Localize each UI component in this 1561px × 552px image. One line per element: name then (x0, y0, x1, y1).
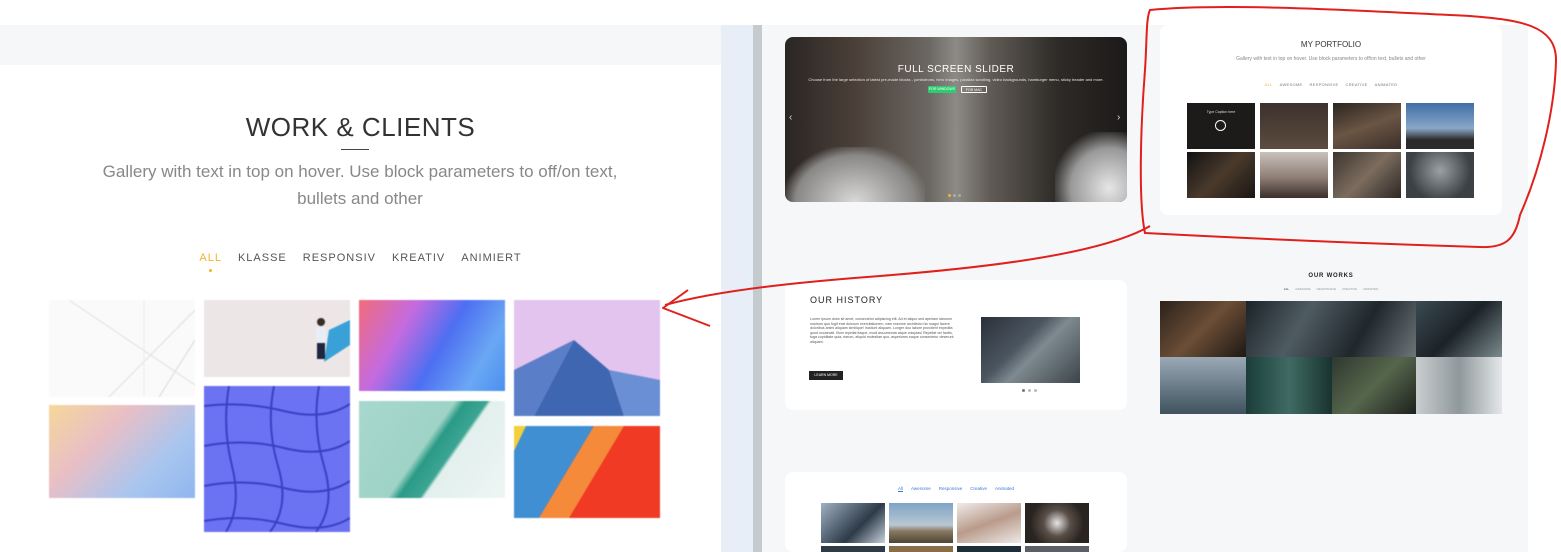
works-title: OUR WORKS (1308, 273, 1354, 279)
gallery-tab-all[interactable]: All (898, 486, 904, 492)
portfolio-title: MY PORTFOLIO (1300, 40, 1362, 49)
portfolio-thumb[interactable] (1260, 103, 1328, 149)
tab-animiert[interactable]: ANIMIERT (461, 252, 521, 264)
slider-prev-icon[interactable]: ‹ (789, 112, 792, 123)
pf-tab-responsive[interactable]: RESPONSIVE (1309, 82, 1338, 87)
hover-caption: Type Caption here (1206, 110, 1236, 114)
work-clients-preview: WORK & CLIENTS Gallery with text in top … (0, 0, 721, 552)
works-image[interactable] (1246, 357, 1332, 414)
lines-artwork (68, 300, 195, 397)
portfolio-thumb[interactable] (1187, 152, 1255, 198)
learn-more-button[interactable]: LEARN MORE (809, 371, 843, 380)
gallery-tab-responsive[interactable]: Responsive (939, 486, 963, 492)
zoom-icon[interactable] (1215, 120, 1226, 131)
gallery-thumb[interactable] (889, 503, 953, 543)
history-dot[interactable] (1028, 389, 1031, 392)
filter-tabs: ALL KLASSE RESPONSIV KREATIV ANIMIERT (0, 252, 721, 272)
works-image[interactable] (1416, 357, 1502, 414)
pf-tab-awesome[interactable]: AWESOME (1280, 82, 1303, 87)
portfolio-thumb[interactable] (1260, 152, 1328, 198)
pf-tab-creative[interactable]: CREATIVE (1346, 82, 1368, 87)
gallery-tab-awesome[interactable]: Awesome (911, 486, 931, 492)
works-tabs: ALL AWESOME RESPONSIVE CREATIVE ANIMATED (1160, 287, 1502, 291)
works-tab-awesome[interactable]: AWESOME (1295, 287, 1311, 291)
portfolio-thumb-hover[interactable]: Type Caption here (1187, 103, 1255, 149)
gallery-thumb[interactable] (889, 546, 953, 552)
works-image[interactable] (1332, 357, 1416, 414)
history-text: Lorem ipsum dolor sit amet, consectetur … (810, 317, 954, 344)
works-tab-all[interactable]: ALL (1284, 287, 1289, 291)
gallery-thumb[interactable] (821, 503, 885, 543)
gallery-thumb[interactable] (957, 503, 1021, 543)
gallery-thumb[interactable] (821, 546, 885, 552)
snow-left (785, 147, 925, 202)
gallery-tile-pool[interactable] (204, 386, 350, 532)
history-slider-dots (1022, 389, 1037, 392)
portfolio-thumb[interactable] (1406, 103, 1474, 149)
tab-responsiv[interactable]: RESPONSIV (303, 252, 376, 264)
gallery-thumb[interactable] (1025, 546, 1089, 552)
portfolio-tabs: ALL AWESOME RESPONSIVE CREATIVE ANIMATED (1160, 82, 1502, 87)
history-dot[interactable] (1022, 389, 1025, 392)
gallery-tile-green-diagonal[interactable] (359, 401, 505, 498)
gallery-thumb[interactable] (957, 546, 1021, 552)
history-image[interactable] (981, 317, 1080, 383)
works-image[interactable] (1160, 301, 1246, 357)
slider-mac-button[interactable]: FOR MAC (961, 86, 987, 93)
works-image[interactable] (1416, 301, 1502, 357)
gallery-tile-wave-gradient[interactable] (359, 300, 505, 391)
history-dot[interactable] (1034, 389, 1037, 392)
color-blocks-artwork (514, 426, 624, 518)
gallery-thumb[interactable] (1025, 503, 1089, 543)
portfolio-thumb[interactable] (1406, 152, 1474, 198)
works-image[interactable] (1246, 301, 1416, 357)
pf-tab-all[interactable]: ALL (1265, 82, 1273, 87)
person-artwork (316, 318, 350, 362)
works-tab-animated[interactable]: ANIMATED (1363, 287, 1378, 291)
gallery-tile-color-blocks[interactable] (514, 426, 660, 518)
gallery-tab-creative[interactable]: Creative (970, 486, 987, 492)
pf-tab-animated[interactable]: ANIMATED (1375, 82, 1398, 87)
panel-gap (721, 25, 753, 552)
works-tab-creative[interactable]: CREATIVE (1342, 287, 1357, 291)
gallery-tile-lines[interactable] (49, 300, 195, 397)
slider-text: Choose from the large selection of lates… (808, 77, 1104, 82)
portfolio-subtitle: Gallery with text in top on hover. Use b… (1236, 56, 1426, 62)
history-title: OUR HISTORY (810, 295, 884, 305)
top-band (0, 25, 721, 65)
right-margin (1528, 25, 1561, 552)
panel-divider (753, 25, 762, 552)
building-artwork (514, 340, 660, 416)
slider-next-icon[interactable]: › (1117, 112, 1120, 123)
slider-dot[interactable] (953, 194, 956, 197)
title-underline (341, 149, 369, 150)
gallery-tab-animated[interactable]: Animated (995, 486, 1014, 492)
tab-all[interactable]: ALL (199, 252, 222, 272)
section-title: WORK & CLIENTS (245, 112, 476, 142)
works-image[interactable] (1160, 357, 1246, 414)
gallery-tile-person[interactable] (204, 300, 350, 377)
tab-kreativ[interactable]: KREATIV (392, 252, 445, 264)
slider-dots (948, 194, 961, 197)
portfolio-thumb[interactable] (1333, 152, 1401, 198)
gallery-tile-building[interactable] (514, 300, 660, 416)
slider-dot[interactable] (948, 194, 951, 197)
slider-windows-button[interactable]: FOR WINDOWS (928, 86, 956, 93)
pool-tiles-artwork (204, 386, 350, 532)
slider-title: FULL SCREEN SLIDER (897, 64, 1015, 75)
portfolio-thumb[interactable] (1333, 103, 1401, 149)
snow-right (1055, 132, 1127, 202)
gallery-tile-pastel-gradient[interactable] (49, 405, 195, 498)
section-subtitle: Gallery with text in top on hover. Use b… (102, 162, 618, 208)
tab-klasse[interactable]: KLASSE (238, 252, 287, 264)
works-tab-responsive[interactable]: RESPONSIVE (1317, 287, 1337, 291)
gallery-tabs: All Awesome Responsive Creative Animated (785, 486, 1127, 492)
full-screen-slider[interactable]: ‹ › (785, 37, 1127, 202)
slider-dot[interactable] (958, 194, 961, 197)
